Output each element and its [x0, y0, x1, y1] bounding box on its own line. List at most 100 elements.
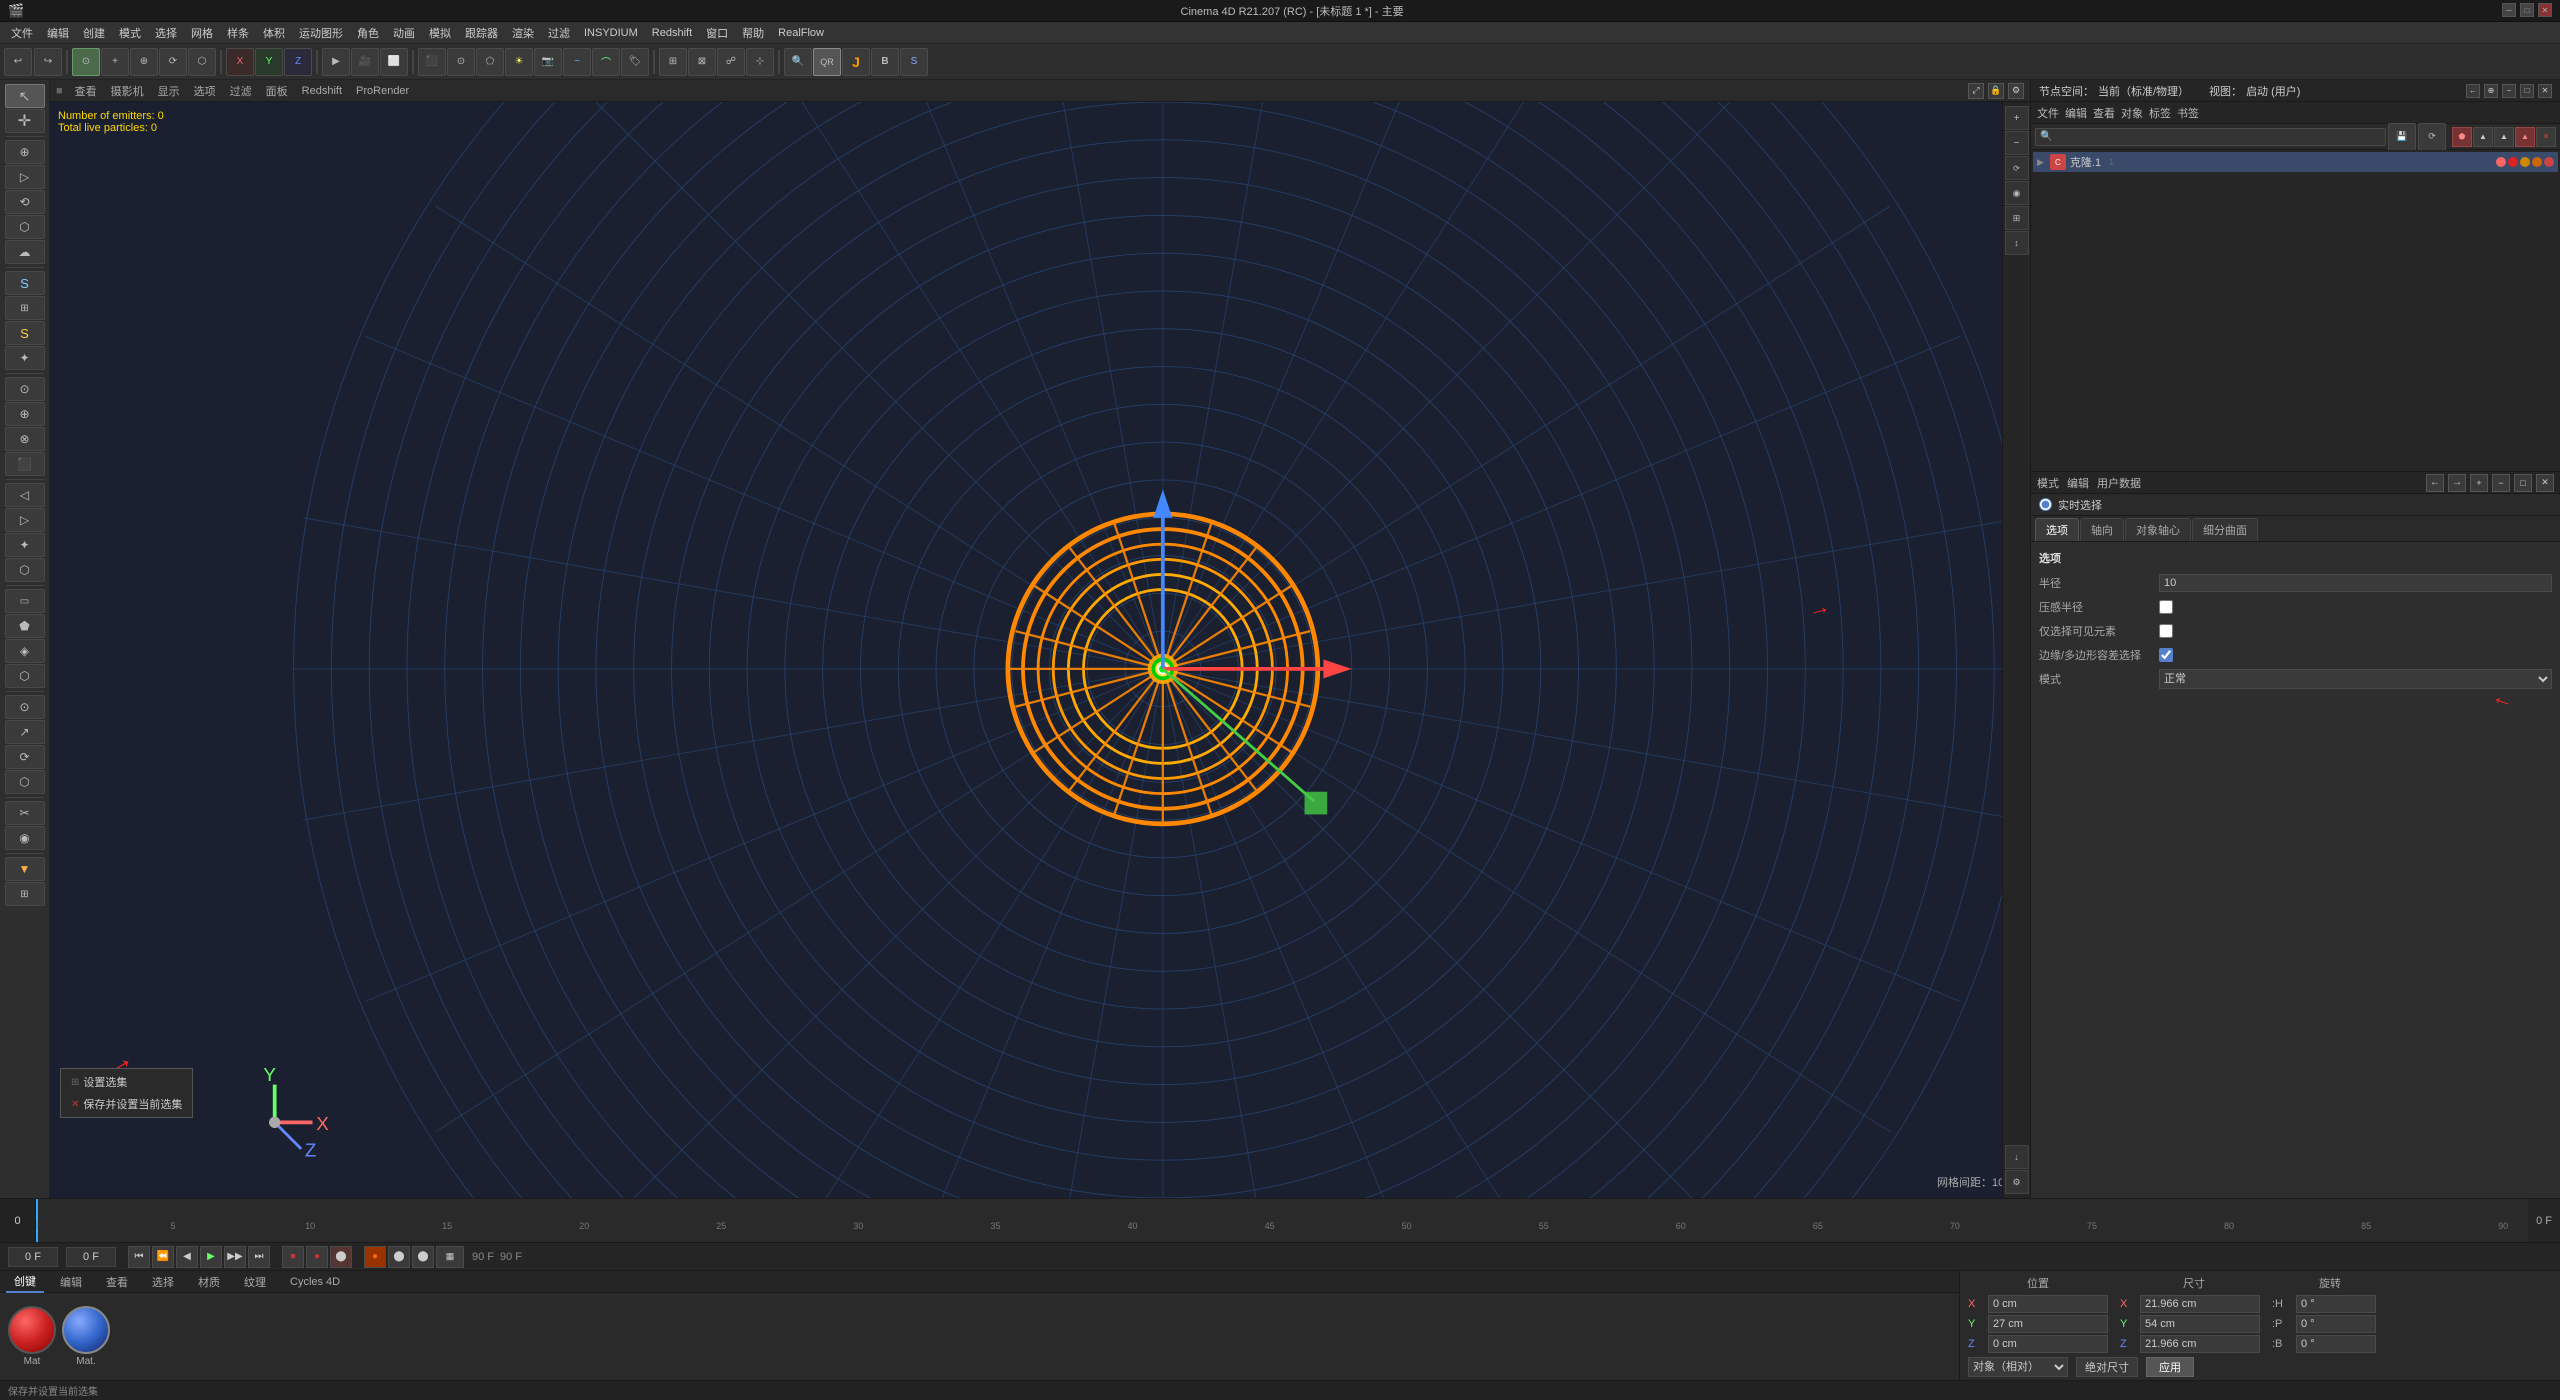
vt-prorender[interactable]: ProRender: [350, 83, 415, 99]
left-tool-3[interactable]: ⟲: [5, 190, 45, 214]
p-rot-input[interactable]: [2296, 1315, 2376, 1333]
vt-options[interactable]: 选项: [188, 81, 222, 101]
left-tool-hex[interactable]: ⬡: [5, 558, 45, 582]
menu-item-模式[interactable]: 模式: [112, 23, 148, 43]
x-axis-button[interactable]: X: [226, 48, 254, 76]
vp-nav-reset[interactable]: ⟳: [2005, 156, 2029, 180]
attr-select-mode[interactable]: 正常 添加 减去: [2159, 669, 2552, 689]
bt-tab-texture[interactable]: 纹理: [236, 1272, 274, 1292]
x-size-input[interactable]: [2140, 1295, 2260, 1313]
undo-button[interactable]: ↩: [4, 48, 32, 76]
mode-button-4[interactable]: ⟳: [159, 48, 187, 76]
menu-item-窗口[interactable]: 窗口: [699, 23, 735, 43]
menu-item-过滤[interactable]: 过滤: [541, 23, 577, 43]
vt-filter[interactable]: 过滤: [224, 81, 258, 101]
pb-step-back[interactable]: ⏪: [152, 1246, 174, 1268]
left-tool-plus[interactable]: ⊕: [5, 402, 45, 426]
s-btn[interactable]: S: [900, 48, 928, 76]
panel-btn-2[interactable]: ⊕: [2484, 84, 2498, 98]
menu-item-角色[interactable]: 角色: [350, 23, 386, 43]
h-rot-input[interactable]: [2296, 1295, 2376, 1313]
mat-ball-1[interactable]: [8, 1306, 56, 1354]
left-tool-1[interactable]: ⊕: [5, 140, 45, 164]
mode-button-3[interactable]: ⊕: [130, 48, 158, 76]
pb-record-stop[interactable]: ⏹: [282, 1246, 304, 1268]
left-tool-s1[interactable]: S: [5, 271, 45, 295]
pb-btn-3[interactable]: ⬤: [412, 1246, 434, 1268]
mode-button-1[interactable]: ⊙: [72, 48, 100, 76]
z-pos-input[interactable]: [1988, 1335, 2108, 1353]
abs-size-button[interactable]: 绝对尺寸: [2076, 1357, 2138, 1377]
bt-tab-edit[interactable]: 编辑: [52, 1272, 90, 1292]
render-btn-3[interactable]: ⬜: [380, 48, 408, 76]
menu-item-动画[interactable]: 动画: [386, 23, 422, 43]
menu-item-Redshift[interactable]: Redshift: [645, 25, 699, 41]
vt-redshift[interactable]: Redshift: [296, 83, 348, 99]
bt-tab-create[interactable]: 创键: [6, 1271, 44, 1293]
om-file[interactable]: 文件: [2037, 105, 2059, 121]
left-tool-scissors[interactable]: ✂: [5, 801, 45, 825]
spline-btn[interactable]: ~: [563, 48, 591, 76]
apply-button[interactable]: 应用: [2146, 1357, 2194, 1377]
mode-button-2[interactable]: +: [101, 48, 129, 76]
menu-item-文件[interactable]: 文件: [4, 23, 40, 43]
obj-type-5[interactable]: ✕: [2536, 127, 2556, 147]
maximize-button[interactable]: □: [2520, 3, 2534, 17]
snap-btn-2[interactable]: ⊠: [688, 48, 716, 76]
vt-panel[interactable]: 面板: [260, 81, 294, 101]
attr-checkbox-visible[interactable]: [2159, 624, 2173, 638]
attr-tab-pivot[interactable]: 对象轴心: [2125, 518, 2191, 541]
left-tool-rect[interactable]: ▭: [5, 589, 45, 613]
b-rot-input[interactable]: [2296, 1335, 2376, 1353]
pb-play[interactable]: ▶: [200, 1246, 222, 1268]
left-tool-menu[interactable]: ▼: [5, 857, 45, 881]
obj-type-4[interactable]: ▲: [2515, 127, 2535, 147]
menu-item-创建[interactable]: 创建: [76, 23, 112, 43]
attr-checkbox-edge[interactable]: [2159, 648, 2173, 662]
snap-btn-3[interactable]: ☍: [717, 48, 745, 76]
menu-item-选择[interactable]: 选择: [148, 23, 184, 43]
attr-tab-subdiv[interactable]: 细分曲面: [2192, 518, 2258, 541]
left-tool-lasso[interactable]: ⊙: [5, 695, 45, 719]
left-tool-fwd[interactable]: ▷: [5, 508, 45, 532]
om-edit[interactable]: 编辑: [2065, 105, 2087, 121]
playback-frame-input[interactable]: [8, 1247, 58, 1267]
vp-nav-zoom[interactable]: ↕: [2005, 231, 2029, 255]
render-btn-2[interactable]: 🎥: [351, 48, 379, 76]
menu-item-模拟[interactable]: 模拟: [422, 23, 458, 43]
obj-search-input[interactable]: [2054, 131, 2381, 143]
x-pos-input[interactable]: [1988, 1295, 2108, 1313]
context-item-2[interactable]: ✕ 保存并设置当前选集: [63, 1093, 190, 1115]
menu-item-INSYDIUM[interactable]: INSYDIUM: [577, 25, 645, 41]
vp-nav-plus[interactable]: +: [2005, 106, 2029, 130]
left-tool-hex2[interactable]: ⬡: [5, 664, 45, 688]
timeline-ruler[interactable]: 0 5 10 15 20 25 30 35 40 45 50 55 60 65 …: [36, 1199, 2528, 1242]
om-object[interactable]: 对象: [2121, 105, 2143, 121]
left-tool-s2[interactable]: S: [5, 321, 45, 345]
menu-item-跟踪器[interactable]: 跟踪器: [458, 23, 505, 43]
j-btn[interactable]: J: [842, 48, 870, 76]
mode-button-5[interactable]: ⬡: [188, 48, 216, 76]
attr-btn-5[interactable]: □: [2514, 474, 2532, 492]
cylinder-btn[interactable]: ⬠: [476, 48, 504, 76]
redo-button[interactable]: ↪: [34, 48, 62, 76]
left-tool-move[interactable]: ✛: [5, 109, 45, 133]
attr-input-radius[interactable]: [2159, 574, 2552, 592]
left-tool-5[interactable]: ☁: [5, 240, 45, 264]
pb-prev-frame[interactable]: ◀: [176, 1246, 198, 1268]
playback-fps-input[interactable]: [66, 1247, 116, 1267]
left-tool-star[interactable]: ✦: [5, 346, 45, 370]
cube-btn[interactable]: ⬛: [418, 48, 446, 76]
camera-btn[interactable]: 📷: [534, 48, 562, 76]
attr-edit[interactable]: 编辑: [2067, 475, 2089, 491]
context-item-1[interactable]: ⊞ 设置选集: [63, 1071, 190, 1093]
left-tool-back[interactable]: ◁: [5, 483, 45, 507]
z-axis-button[interactable]: Z: [284, 48, 312, 76]
obj-item-clone[interactable]: ▶ C 克隆.1 1: [2033, 152, 2558, 172]
panel-btn-5[interactable]: ✕: [2538, 84, 2552, 98]
bt-tab-select[interactable]: 选择: [144, 1272, 182, 1292]
panel-btn-1[interactable]: ←: [2466, 84, 2480, 98]
vt-view[interactable]: 查看: [69, 81, 103, 101]
vp-nav-minus[interactable]: −: [2005, 131, 2029, 155]
pb-record[interactable]: ●: [306, 1246, 328, 1268]
